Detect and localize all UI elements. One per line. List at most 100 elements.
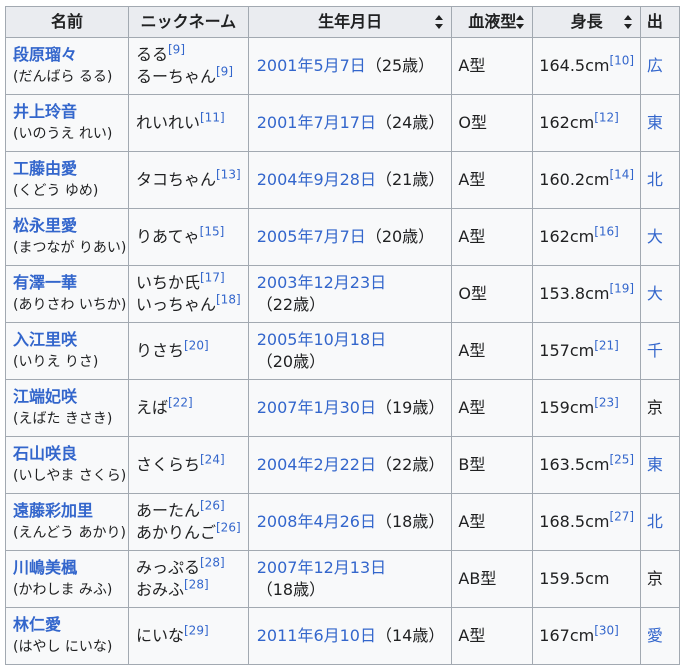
member-name-reading: (いしやま さくら) <box>13 468 127 484</box>
members-table: 名前 ニックネーム 生年月日 血液型 身長 出 段原瑠々 (だんばら るる) るる[… <box>5 6 680 665</box>
reference-link[interactable]: [26] <box>216 521 241 535</box>
nickname-text: いちか氏 <box>135 273 200 292</box>
height-cell: 163.5cm[25] <box>532 436 641 494</box>
age: （20歳） <box>365 227 435 246</box>
header-name[interactable]: 名前 <box>5 6 129 38</box>
birthplace-link[interactable]: 京 <box>647 398 663 417</box>
member-name-cell: 石山咲良 (いしやま さくら) <box>5 436 129 494</box>
blood-type: A型 <box>458 341 486 360</box>
birthdate-cell: 2005年7月7日（20歳） <box>247 208 453 266</box>
nickname-text: えば <box>135 398 168 417</box>
birthdate-link[interactable]: 2007年12月13日 <box>257 558 386 577</box>
header-birthplace[interactable]: 出 <box>639 6 680 38</box>
header-blood[interactable]: 血液型 <box>451 6 534 38</box>
birthdate-link[interactable]: 2003年12月23日 <box>257 273 386 292</box>
reference-link[interactable]: [18] <box>216 293 241 307</box>
reference-link[interactable]: [28] <box>184 578 209 592</box>
reference-link[interactable]: [12] <box>594 111 619 125</box>
reference-link[interactable]: [13] <box>216 168 241 182</box>
reference-link[interactable]: [21] <box>594 339 619 353</box>
birthdate-link[interactable]: 2011年6月10日 <box>257 626 376 645</box>
member-name-link[interactable]: 井上玲音 <box>13 101 128 123</box>
birthdate-link[interactable]: 2005年7月7日 <box>257 227 366 246</box>
member-name-link[interactable]: 遠藤彩加里 <box>13 500 128 522</box>
birthplace-link[interactable]: 大 <box>647 227 663 246</box>
reference-link[interactable]: [14] <box>609 168 634 182</box>
blood-type: O型 <box>458 284 488 303</box>
birthplace-link[interactable]: 東 <box>647 455 663 474</box>
reference-link[interactable]: [15] <box>200 225 225 239</box>
header-nickname[interactable]: ニックネーム <box>127 6 249 38</box>
member-name-link[interactable]: 有澤一華 <box>13 272 128 294</box>
birthplace-link[interactable]: 北 <box>647 170 663 189</box>
birthdate-link[interactable]: 2007年1月30日 <box>257 398 376 417</box>
sort-icon[interactable] <box>623 15 632 29</box>
birthdate-link[interactable]: 2001年5月7日 <box>257 56 366 75</box>
birthdate-cell: 2007年12月13日 （18歳） <box>247 550 453 608</box>
nickname: えば[22] <box>136 397 248 419</box>
member-name-link[interactable]: 入江里咲 <box>13 329 128 351</box>
reference-link[interactable]: [27] <box>609 510 634 524</box>
sort-icon[interactable] <box>516 15 525 29</box>
birthplace-link[interactable]: 東 <box>647 113 663 132</box>
birthdate-link[interactable]: 2005年10月18日 <box>257 330 386 349</box>
reference-link[interactable]: [9] <box>168 43 185 57</box>
reference-link[interactable]: [11] <box>200 111 225 125</box>
nickname: るーちゃん[9] <box>136 66 248 88</box>
reference-link[interactable]: [30] <box>594 624 619 638</box>
age: （18歳） <box>256 580 326 599</box>
birthplace-link[interactable]: 北 <box>647 512 663 531</box>
birthplace-link[interactable]: 大 <box>647 284 663 303</box>
reference-link[interactable]: [20] <box>184 339 209 353</box>
member-name-link[interactable]: 林仁愛 <box>13 614 128 636</box>
member-name-link[interactable]: 松永里愛 <box>13 215 128 237</box>
birthdate-link[interactable]: 2008年4月26日 <box>257 512 376 531</box>
member-name-link[interactable]: 江端妃咲 <box>13 386 128 408</box>
nickname-text: みっぷる <box>135 558 200 577</box>
member-name-cell: 江端妃咲 (えばた きさき) <box>5 379 129 437</box>
header-height[interactable]: 身長 <box>532 6 641 38</box>
nickname-text: りさち <box>135 341 184 360</box>
birthplace-link[interactable]: 千 <box>647 341 663 360</box>
header-birthdate[interactable]: 生年月日 <box>247 6 453 38</box>
reference-link[interactable]: [17] <box>200 271 225 285</box>
reference-link[interactable]: [23] <box>594 396 619 410</box>
table-row: 井上玲音 (いのうえ れい) れいれい[11] 2001年7月17日（24歳） O型 16… <box>5 94 680 152</box>
birthplace-cell: 京 <box>639 550 680 608</box>
member-name-link[interactable]: 川嶋美楓 <box>13 557 128 579</box>
birthplace-link[interactable]: 愛 <box>647 626 663 645</box>
reference-link[interactable]: [24] <box>200 453 225 467</box>
height-value: 168.5cm <box>539 512 610 531</box>
birthplace-link[interactable]: 京 <box>647 569 663 588</box>
table-row: 工藤由愛 (くどう ゆめ) タコちゃん[13] 2004年9月28日（21歳） A型 16… <box>5 151 680 209</box>
blood-type-cell: A型 <box>451 151 534 209</box>
reference-link[interactable]: [29] <box>184 624 209 638</box>
birthplace-link[interactable]: 広 <box>647 56 663 75</box>
nickname: りあてゃ[15] <box>136 226 248 248</box>
birthdate-cell: 2001年5月7日（25歳） <box>247 37 453 95</box>
nickname-text: おみふ <box>135 580 184 599</box>
reference-link[interactable]: [28] <box>200 556 225 570</box>
height-value: 159cm <box>539 398 595 417</box>
reference-link[interactable]: [16] <box>594 225 619 239</box>
reference-link[interactable]: [10] <box>609 54 634 68</box>
reference-link[interactable]: [19] <box>609 282 634 296</box>
height-cell: 159.5cm <box>532 550 641 608</box>
reference-link[interactable]: [9] <box>216 65 233 79</box>
blood-type: A型 <box>458 626 486 645</box>
birthdate-link[interactable]: 2004年2月22日 <box>257 455 376 474</box>
reference-link[interactable]: [26] <box>200 499 225 513</box>
sort-icon[interactable] <box>435 15 444 29</box>
height-cell: 162cm[12] <box>532 94 641 152</box>
birthdate-link[interactable]: 2001年7月17日 <box>257 113 376 132</box>
member-name-link[interactable]: 段原瑠々 <box>13 44 128 66</box>
member-name-link[interactable]: 石山咲良 <box>13 443 128 465</box>
birthdate-link[interactable]: 2004年9月28日 <box>257 170 376 189</box>
reference-link[interactable]: [25] <box>609 453 634 467</box>
blood-type: A型 <box>458 227 486 246</box>
nickname-cell: にいな[29] <box>127 607 249 665</box>
height-value: 157cm <box>539 341 595 360</box>
height-cell: 160.2cm[14] <box>532 151 641 209</box>
member-name-link[interactable]: 工藤由愛 <box>13 158 128 180</box>
reference-link[interactable]: [22] <box>168 396 193 410</box>
